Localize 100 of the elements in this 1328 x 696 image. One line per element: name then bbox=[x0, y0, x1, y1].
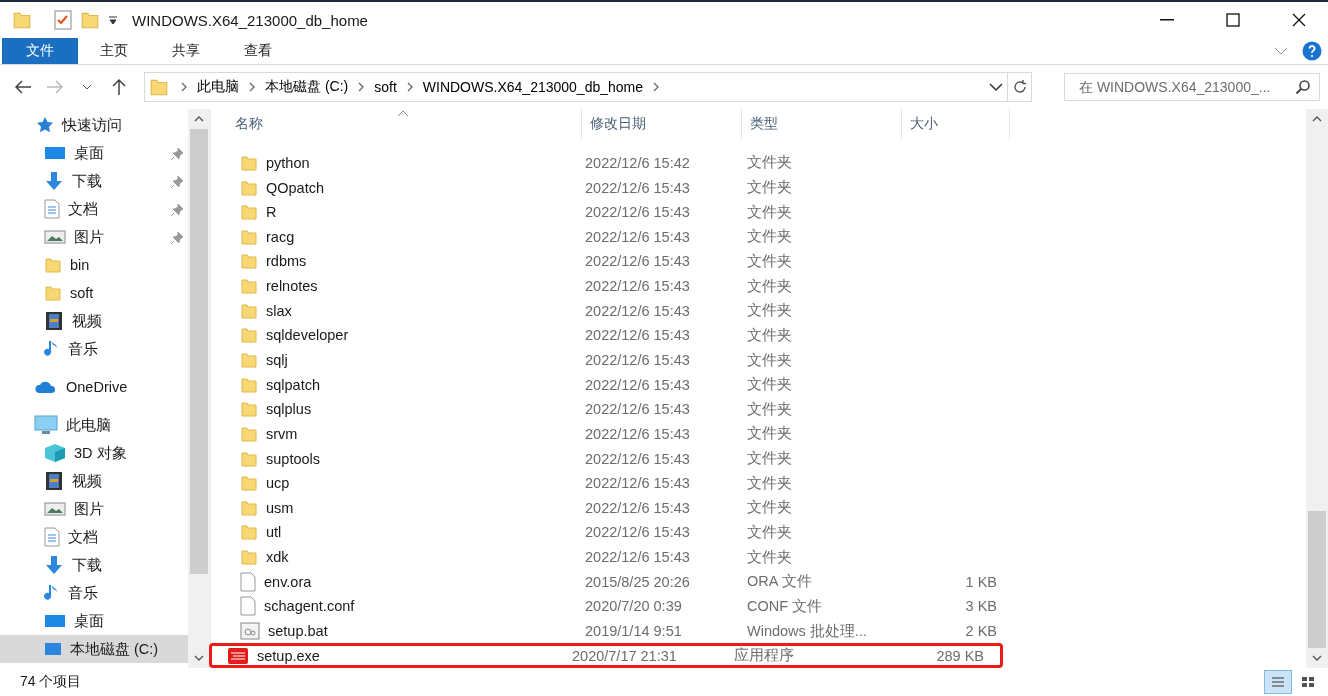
sidebar-item[interactable]: 此电脑 bbox=[0, 411, 188, 439]
file-name: QOpatch bbox=[266, 179, 325, 196]
file-row[interactable]: python 2022/12/6 15:42 文件夹 bbox=[217, 150, 1019, 176]
file-date: 2022/12/6 15:43 bbox=[585, 450, 691, 467]
folder-icon bbox=[240, 375, 258, 394]
sidebar-item[interactable]: 桌面 bbox=[0, 607, 188, 635]
file-row[interactable]: rdbms 2022/12/6 15:43 文件夹 bbox=[217, 249, 1019, 274]
checklist-icon[interactable] bbox=[54, 10, 72, 30]
file-date: 2022/12/6 15:43 bbox=[585, 253, 691, 270]
sidebar-item[interactable]: 图片 bbox=[0, 495, 188, 523]
file-date: 2022/12/6 15:43 bbox=[585, 302, 691, 319]
breadcrumb[interactable]: WINDOWS.X64_213000_db_home bbox=[418, 79, 648, 95]
dropdown-icon[interactable] bbox=[108, 15, 118, 25]
address-bar[interactable]: 此电脑 本地磁盘 (C:) soft WINDOWS.X64_213000_db_home bbox=[144, 72, 1032, 102]
ribbon-tab[interactable]: 查看 bbox=[222, 38, 294, 64]
folder-icon bbox=[80, 10, 100, 30]
file-row[interactable]: utl 2022/12/6 15:43 文件夹 bbox=[217, 520, 1019, 545]
sidebar-item[interactable]: soft bbox=[0, 279, 188, 307]
sidebar-item[interactable]: 文档 bbox=[0, 523, 188, 551]
file-row[interactable]: relnotes 2022/12/6 15:43 文件夹 bbox=[217, 273, 1019, 299]
sidebar-item[interactable]: 本地磁盘 (C:) bbox=[0, 635, 188, 663]
scrollbar-thumb[interactable] bbox=[190, 129, 208, 574]
file-row[interactable]: racg 2022/12/6 15:43 文件夹 bbox=[217, 224, 1019, 250]
sidebar-item[interactable]: 下载 bbox=[0, 551, 188, 579]
chevron-down-icon bbox=[82, 83, 92, 91]
sidebar-item[interactable]: 音乐 bbox=[0, 335, 188, 363]
ribbon-tab[interactable]: 共享 bbox=[150, 38, 222, 64]
breadcrumb[interactable]: 本地磁盘 (C:) bbox=[261, 78, 353, 96]
column-header[interactable]: 名称 bbox=[217, 109, 582, 139]
file-row[interactable]: suptools 2022/12/6 15:43 文件夹 bbox=[217, 446, 1019, 471]
file-type: 文件夹 bbox=[747, 325, 793, 345]
file-type: 文件夹 bbox=[747, 227, 793, 247]
file-row[interactable]: setup.bat 2019/1/14 9:51 Windows 批处理... 2 KB bbox=[217, 618, 1019, 644]
file-row[interactable]: R 2022/12/6 15:43 文件夹 bbox=[217, 199, 1019, 225]
column-header[interactable]: 类型 bbox=[742, 109, 902, 139]
help-icon[interactable] bbox=[1302, 41, 1322, 61]
sidebar-item[interactable]: OneDrive bbox=[0, 373, 188, 401]
film-icon bbox=[44, 471, 64, 491]
sidebar-item[interactable]: 快速访问 bbox=[0, 111, 188, 139]
file-row[interactable]: env.ora 2015/8/25 20:26 ORA 文件 1 KB bbox=[217, 569, 1019, 595]
file-row[interactable]: ucp 2022/12/6 15:43 文件夹 bbox=[217, 470, 1019, 496]
list-icon bbox=[1271, 676, 1285, 688]
file-date: 2022/12/6 15:43 bbox=[585, 376, 691, 393]
sidebar-item[interactable]: 3D 对象 bbox=[0, 439, 188, 467]
folder-icon bbox=[240, 277, 258, 296]
file-row[interactable]: schagent.conf 2020/7/20 0:39 CONF 文件 3 KB bbox=[217, 594, 1019, 619]
file-date: 2022/12/6 15:43 bbox=[585, 204, 691, 221]
chevron-icon[interactable] bbox=[406, 82, 413, 92]
file-row[interactable]: slax 2022/12/6 15:43 文件夹 bbox=[217, 298, 1019, 324]
file-date: 2022/12/6 15:43 bbox=[585, 179, 691, 196]
file-row[interactable]: sqlj 2022/12/6 15:43 文件夹 bbox=[217, 347, 1019, 373]
file-row[interactable]: sqlpatch 2022/12/6 15:43 文件夹 bbox=[217, 372, 1019, 397]
sidebar-item[interactable]: 视频 bbox=[0, 467, 188, 495]
sidebar-item[interactable]: 下载 bbox=[0, 167, 188, 195]
sidebar-item[interactable]: 图片 bbox=[0, 223, 188, 251]
file-row[interactable]: sqldeveloper 2022/12/6 15:43 文件夹 bbox=[217, 323, 1019, 348]
file-name: schagent.conf bbox=[264, 598, 355, 615]
close-icon bbox=[1292, 13, 1306, 27]
ribbon-tab[interactable]: 主页 bbox=[78, 38, 150, 64]
file-size: 2 KB bbox=[964, 623, 997, 640]
breadcrumb[interactable]: 此电脑 bbox=[193, 78, 243, 96]
scrollbar-thumb[interactable] bbox=[1308, 511, 1326, 648]
sidebar-item[interactable]: bin bbox=[0, 251, 188, 279]
folder-icon bbox=[240, 424, 258, 443]
file-name: env.ora bbox=[264, 573, 312, 590]
file-type: 文件夹 bbox=[747, 375, 793, 395]
file-type: 应用程序 bbox=[734, 646, 795, 666]
column-header[interactable]: 修改日期 bbox=[582, 109, 742, 139]
file-date: 2022/12/6 15:43 bbox=[585, 278, 691, 295]
breadcrumb[interactable]: soft bbox=[370, 79, 401, 95]
cube-icon bbox=[44, 443, 66, 463]
file-row[interactable]: usm 2022/12/6 15:43 文件夹 bbox=[217, 495, 1019, 521]
highlighted-file-row[interactable]: setup.exe 2020/7/17 21:31 应用程序 289 KB bbox=[209, 643, 1003, 668]
file-row[interactable]: sqlplus 2022/12/6 15:43 文件夹 bbox=[217, 396, 1019, 422]
file-row[interactable]: QOpatch 2022/12/6 15:43 文件夹 bbox=[217, 175, 1019, 200]
file-row[interactable]: xdk 2022/12/6 15:43 文件夹 bbox=[217, 544, 1019, 570]
folder-icon bbox=[240, 351, 258, 369]
search-field[interactable]: 在 WINDOWS.X64_213000_... bbox=[1064, 73, 1320, 101]
maximize-icon bbox=[1226, 13, 1240, 27]
folder-icon bbox=[240, 474, 258, 493]
down-arrow-icon bbox=[44, 555, 64, 575]
chevron-icon[interactable] bbox=[358, 82, 365, 92]
chevron-icon[interactable] bbox=[249, 82, 255, 92]
dropdown-icon[interactable] bbox=[989, 82, 1003, 92]
column-header[interactable]: 大小 bbox=[902, 109, 1010, 139]
sidebar-item[interactable]: 视频 bbox=[0, 307, 188, 335]
up-arrow-icon bbox=[112, 78, 126, 96]
file-name: sqlpatch bbox=[266, 376, 320, 393]
file-name: ucp bbox=[266, 475, 290, 492]
chevron-icon[interactable] bbox=[653, 82, 660, 92]
ribbon-tab[interactable]: 文件 bbox=[2, 38, 78, 64]
file-row[interactable]: srvm 2022/12/6 15:43 文件夹 bbox=[217, 421, 1019, 447]
sidebar-item[interactable]: 桌面 bbox=[0, 139, 188, 167]
sidebar-item[interactable]: 音乐 bbox=[0, 579, 188, 607]
file-name: suptools bbox=[266, 450, 320, 467]
file-date: 2020/7/20 0:39 bbox=[585, 598, 683, 615]
chevron-down-icon[interactable] bbox=[1274, 46, 1288, 56]
sidebar-item[interactable]: 文档 bbox=[0, 195, 188, 223]
file-date: 2020/7/17 21:31 bbox=[572, 647, 678, 664]
chevron-icon[interactable] bbox=[181, 82, 187, 92]
